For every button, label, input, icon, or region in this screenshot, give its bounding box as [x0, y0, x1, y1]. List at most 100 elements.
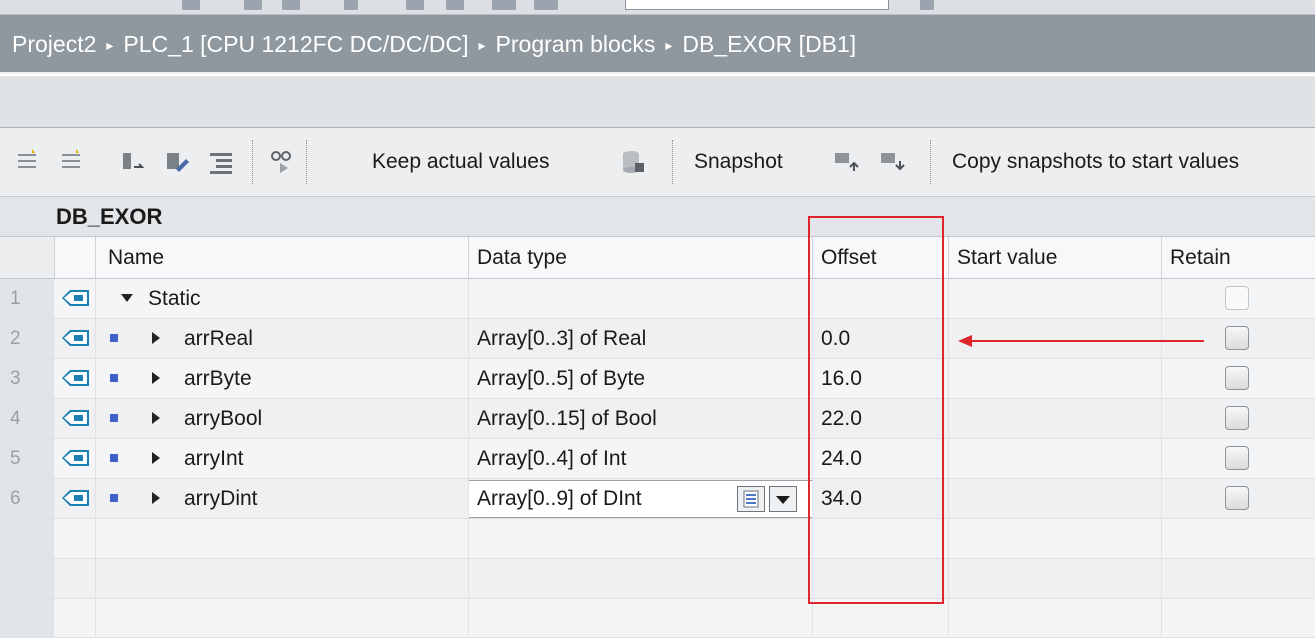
- row-start-value[interactable]: [948, 479, 1161, 518]
- retain-checkbox[interactable]: [1225, 446, 1249, 470]
- add-row-icon[interactable]: [56, 140, 86, 184]
- column-divider: [1161, 279, 1162, 638]
- row-name[interactable]: arryDint: [176, 479, 468, 518]
- toolbar-icon[interactable]: [534, 0, 558, 10]
- search-field[interactable]: [625, 0, 889, 10]
- database-snapshot-icon[interactable]: [618, 140, 648, 184]
- data-type-editor[interactable]: Array[0..9] of DInt: [468, 480, 813, 518]
- toolbar-icon[interactable]: [244, 0, 262, 10]
- table-row[interactable]: 5 arryInt Array[0..4] of Int 24.0: [0, 439, 1315, 479]
- data-block-table: Name Data type Offset Start value Retain…: [0, 236, 1315, 638]
- row-number: 4: [0, 399, 54, 438]
- table-row[interactable]: 3 arrByte Array[0..5] of Byte 16.0: [0, 359, 1315, 399]
- snapshot-download-icon[interactable]: [878, 140, 908, 184]
- empty-row[interactable]: [0, 519, 1315, 559]
- empty-row[interactable]: [0, 599, 1315, 638]
- row-name[interactable]: arryInt: [176, 439, 468, 478]
- toolbar-separator: [252, 140, 253, 184]
- row-number-empty: [0, 559, 54, 598]
- empty-row[interactable]: [0, 559, 1315, 599]
- member-marker-icon: [110, 494, 118, 502]
- header-name[interactable]: Name: [95, 237, 468, 278]
- db-tag-icon: [62, 450, 89, 466]
- retain-checkbox[interactable]: [1225, 486, 1249, 510]
- snapshot-button[interactable]: Snapshot: [694, 140, 783, 184]
- header-icon-col: [54, 237, 95, 278]
- row-data-type[interactable]: Array[0..5] of Byte: [468, 359, 812, 398]
- retain-checkbox[interactable]: [1225, 286, 1249, 310]
- table-row[interactable]: 4 arryBool Array[0..15] of Bool 22.0: [0, 399, 1315, 439]
- copy-snapshots-button[interactable]: Copy snapshots to start values: [952, 140, 1239, 184]
- toolbar-icon[interactable]: [344, 0, 358, 10]
- header-data-type[interactable]: Data type: [468, 237, 812, 278]
- row-number: 3: [0, 359, 54, 398]
- row-name[interactable]: arryBool: [176, 399, 468, 438]
- copy-snapshots-label: Copy snapshots to start values: [952, 150, 1240, 173]
- db-tag-icon: [62, 490, 89, 506]
- row-start-value[interactable]: [948, 399, 1161, 438]
- toolbar-separator: [306, 140, 307, 184]
- expand-arrow-icon[interactable]: [152, 452, 160, 464]
- collapse-arrow-icon[interactable]: [121, 294, 133, 302]
- toolbar-separator: [672, 140, 673, 184]
- row-data-type[interactable]: Array[0..9] of DInt: [477, 487, 642, 510]
- breadcrumb-separator-icon: ▸: [478, 37, 486, 53]
- column-divider: [95, 279, 96, 638]
- collapse-all-icon[interactable]: [162, 140, 192, 184]
- retain-checkbox[interactable]: [1225, 326, 1249, 350]
- row-data-type[interactable]: Array[0..3] of Real: [468, 319, 812, 358]
- details-list-icon[interactable]: [737, 486, 765, 512]
- breadcrumb-item-plc[interactable]: PLC_1 [CPU 1212FC DC/DC/DC]: [123, 31, 468, 57]
- row-number: 2: [0, 319, 54, 358]
- toolbar-icon[interactable]: [492, 0, 516, 10]
- toolbar-icon[interactable]: [920, 0, 934, 10]
- header-start-value[interactable]: Start value: [948, 237, 1161, 278]
- toolbar-icon[interactable]: [406, 0, 424, 10]
- header-retain[interactable]: Retain: [1161, 237, 1315, 278]
- row-data-type[interactable]: Array[0..15] of Bool: [468, 399, 812, 438]
- block-title-bar: DB_EXOR: [0, 197, 1315, 236]
- row-start-value[interactable]: [948, 359, 1161, 398]
- row-number: 5: [0, 439, 54, 478]
- row-start-value[interactable]: [948, 439, 1161, 478]
- row-name[interactable]: Static: [140, 279, 468, 318]
- snapshot-upload-icon[interactable]: [832, 140, 862, 184]
- row-data-type[interactable]: Array[0..4] of Int: [468, 439, 812, 478]
- breadcrumb-item-db[interactable]: DB_EXOR [DB1]: [682, 31, 856, 57]
- keep-actual-values-label: Keep actual values: [372, 150, 550, 173]
- dropdown-arrow-icon[interactable]: [769, 486, 797, 512]
- expand-all-icon[interactable]: [118, 140, 148, 184]
- keep-actual-values-button[interactable]: Keep actual values: [372, 140, 549, 184]
- db-tag-icon: [62, 410, 89, 426]
- row-number-empty: [0, 519, 54, 558]
- row-data-type[interactable]: [468, 279, 812, 318]
- retain-checkbox[interactable]: [1225, 366, 1249, 390]
- row-start-value[interactable]: [948, 279, 1161, 318]
- offset-highlight-box: [808, 216, 944, 604]
- row-name[interactable]: arrByte: [176, 359, 468, 398]
- toolbar-icon[interactable]: [282, 0, 300, 10]
- toolbar-icon[interactable]: [446, 0, 464, 10]
- top-toolbar-strip: [0, 0, 1315, 15]
- retain-checkbox[interactable]: [1225, 406, 1249, 430]
- column-divider: [948, 279, 949, 638]
- monitor-icon[interactable]: [266, 140, 296, 184]
- expand-arrow-icon[interactable]: [152, 412, 160, 424]
- table-row[interactable]: 1 Static: [0, 279, 1315, 319]
- block-title: DB_EXOR: [56, 204, 163, 229]
- breadcrumb-item-project[interactable]: Project2: [12, 31, 96, 57]
- insert-row-icon[interactable]: [12, 140, 42, 184]
- row-name[interactable]: arrReal: [176, 319, 468, 358]
- toolbar-icon[interactable]: [182, 0, 200, 10]
- expand-arrow-icon[interactable]: [152, 492, 160, 504]
- breadcrumb-separator-icon: ▸: [106, 37, 114, 53]
- member-marker-icon: [110, 334, 118, 342]
- annotation-arrow-icon: [958, 335, 1204, 347]
- table-row[interactable]: 6 arryDint Array[0..9] of DInt 34.0: [0, 479, 1315, 519]
- list-view-icon[interactable]: [206, 140, 236, 184]
- expand-arrow-icon[interactable]: [152, 372, 160, 384]
- breadcrumb-item-program-blocks[interactable]: Program blocks: [496, 31, 656, 57]
- column-divider: [468, 279, 469, 638]
- member-marker-icon: [110, 414, 118, 422]
- expand-arrow-icon[interactable]: [152, 332, 160, 344]
